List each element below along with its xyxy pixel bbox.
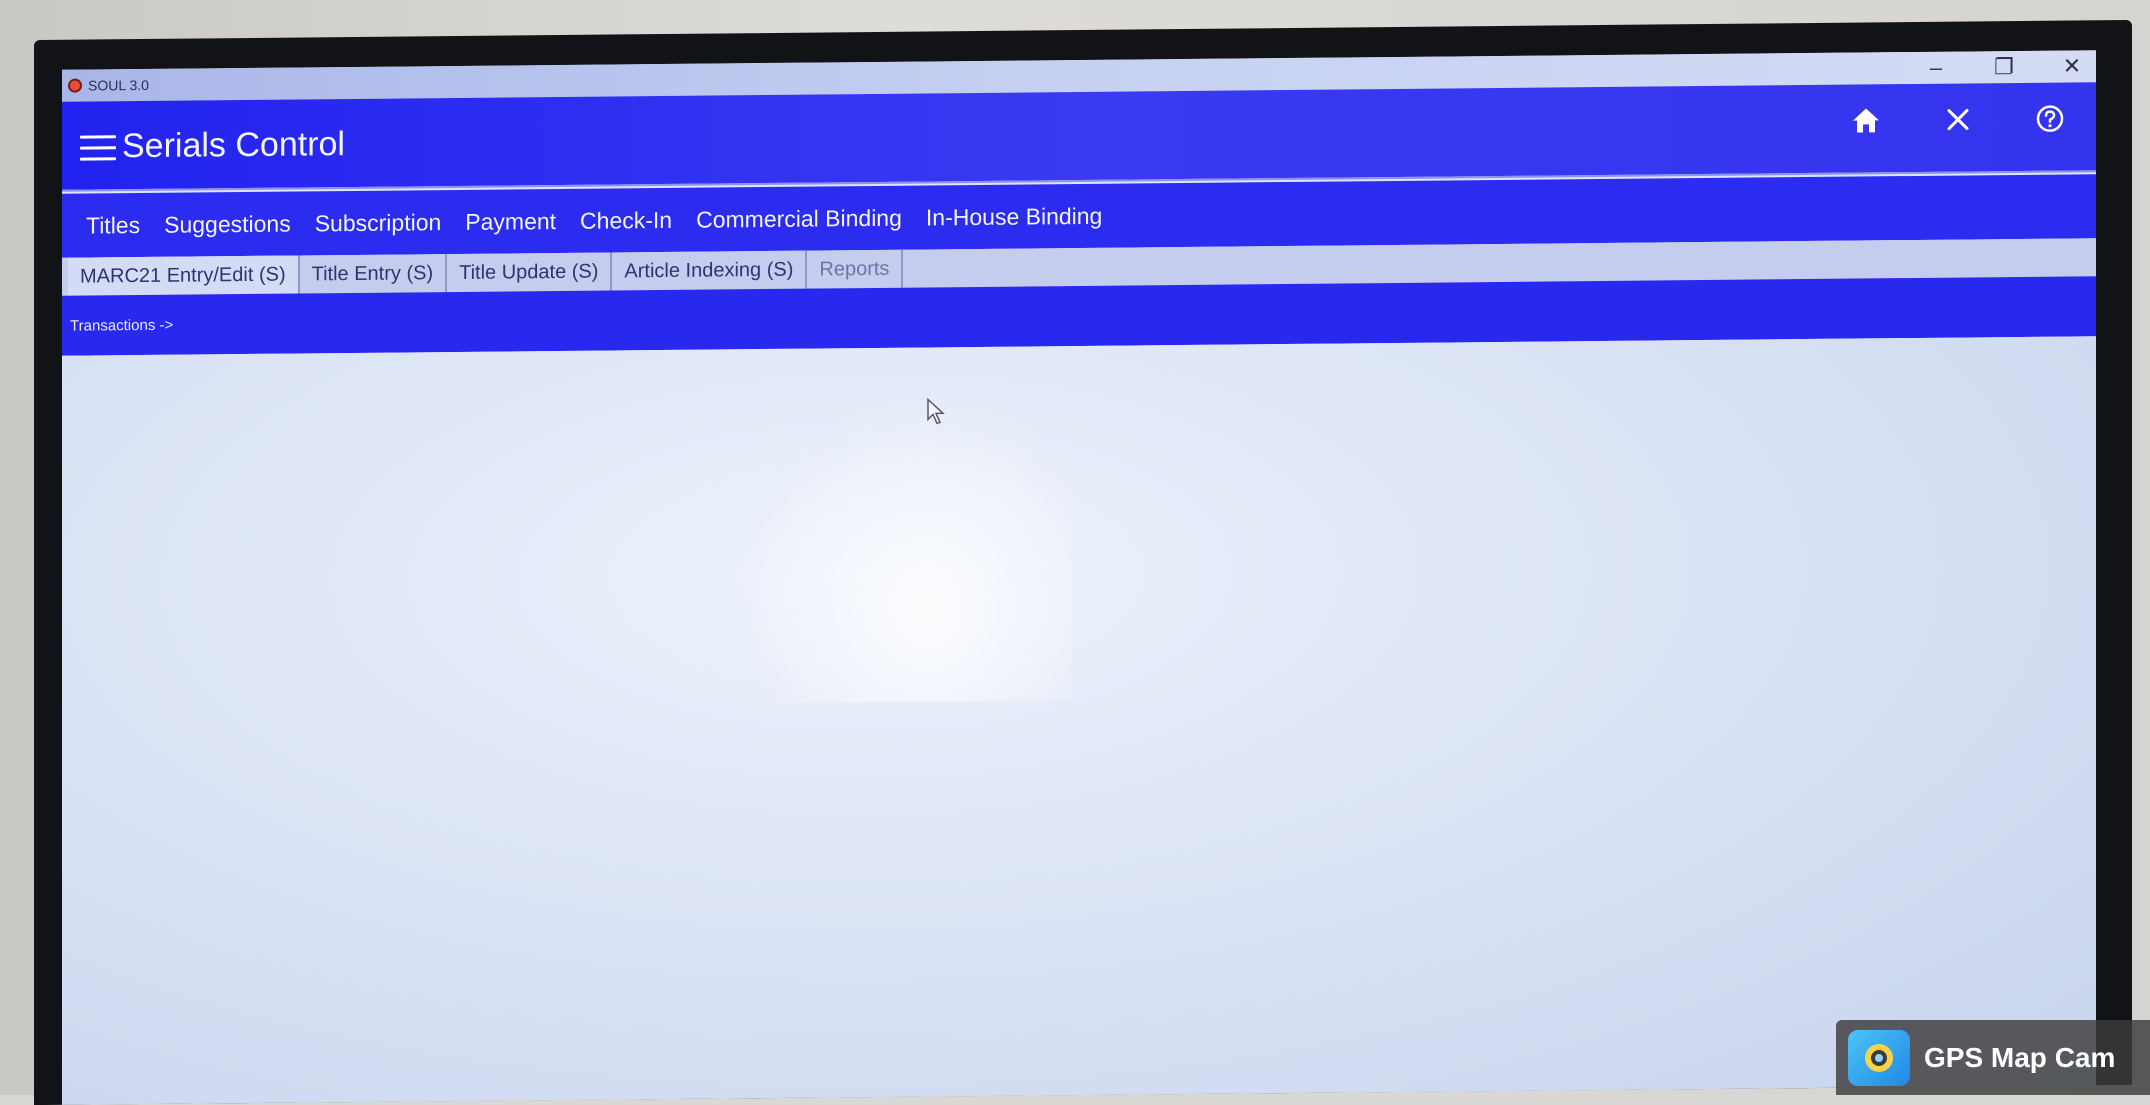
tab-title-entry[interactable]: Title Entry (S) (299, 254, 448, 294)
mouse-cursor-icon (926, 397, 946, 425)
restore-button[interactable]: ❐ (1992, 51, 2016, 83)
window-controls: – ❐ ✕ (1924, 50, 2084, 84)
tab-article-indexing[interactable]: Article Indexing (S) (612, 250, 808, 291)
tab-reports[interactable]: Reports (807, 249, 904, 289)
minimize-button[interactable]: – (1924, 52, 1948, 84)
close-icon[interactable] (1942, 103, 1974, 135)
tab-title-update[interactable]: Title Update (S) (447, 252, 613, 293)
gps-camera-logo-icon (1848, 1029, 1910, 1086)
nav-item-subscription[interactable]: Subscription (315, 209, 442, 237)
nav-item-check-in[interactable]: Check-In (580, 206, 672, 234)
hamburger-menu-icon[interactable] (80, 135, 116, 163)
breadcrumb-transactions[interactable]: Transactions -> (70, 316, 173, 334)
app-header: Serials Control (62, 82, 2096, 192)
close-window-button[interactable]: ✕ (2060, 50, 2084, 82)
tab-marc21-entry-edit[interactable]: MARC21 Entry/Edit (S) (68, 255, 300, 296)
nav-item-titles[interactable]: Titles (86, 212, 140, 240)
nav-item-payment[interactable]: Payment (465, 208, 556, 236)
main-content-area (62, 336, 2096, 1105)
watermark-text: GPS Map Cam (1924, 1041, 2116, 1073)
header-actions (1850, 103, 2066, 137)
app-window: SOUL 3.0 – ❐ ✕ Serials Control Titles Su… (62, 50, 2096, 1105)
help-icon[interactable] (2034, 103, 2066, 135)
nav-item-commercial-binding[interactable]: Commercial Binding (696, 204, 902, 233)
camera-watermark: GPS Map Cam (1836, 1020, 2150, 1095)
os-window-title: SOUL 3.0 (88, 76, 149, 94)
nav-item-in-house-binding[interactable]: In-House Binding (926, 202, 1102, 231)
app-logo-icon (68, 78, 82, 93)
page-title: Serials Control (122, 125, 345, 166)
nav-item-suggestions[interactable]: Suggestions (164, 210, 291, 238)
home-icon[interactable] (1850, 104, 1882, 136)
